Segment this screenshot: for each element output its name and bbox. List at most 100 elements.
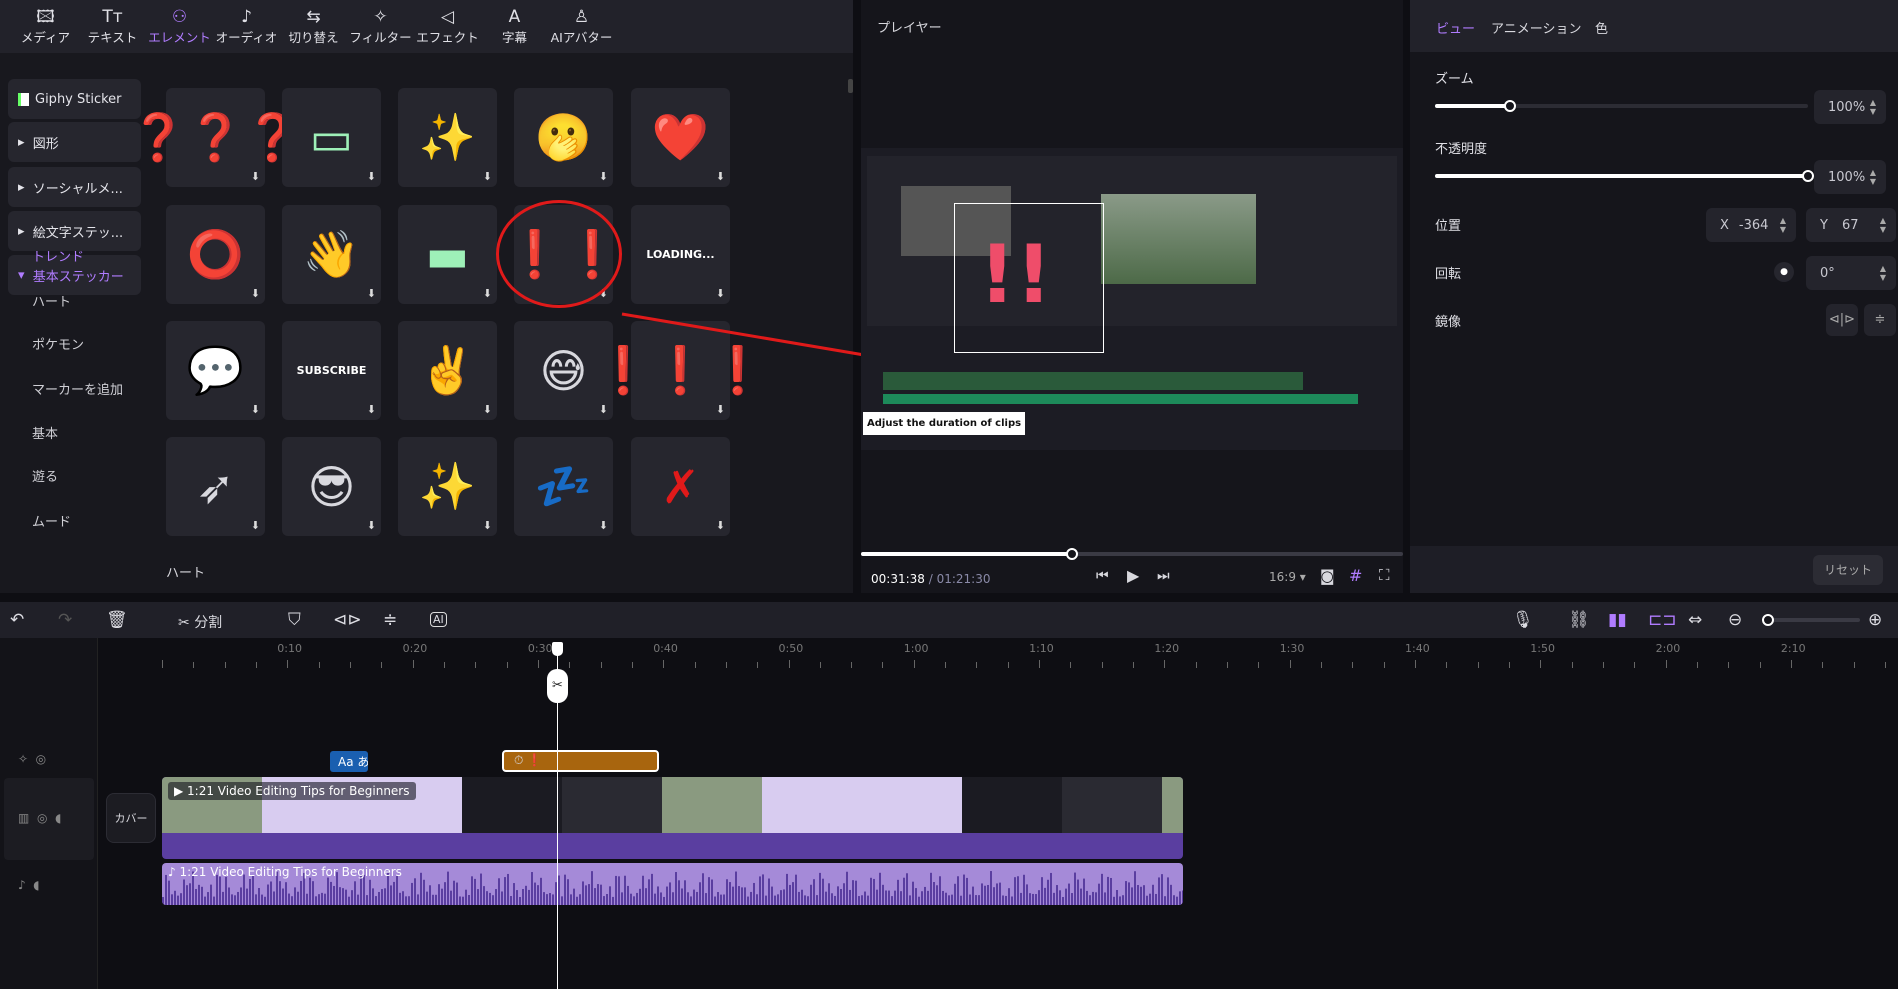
sticker-item[interactable]: ⭕ ⬇ bbox=[166, 205, 265, 304]
sticker-item[interactable]: SUBSCRIBE ⬇ bbox=[282, 321, 381, 420]
microphone-icon[interactable]: 🎙 bbox=[1512, 610, 1534, 630]
delete-icon[interactable]: 🗑 bbox=[106, 610, 128, 630]
download-icon[interactable]: ⬇ bbox=[716, 403, 725, 416]
subcategory-item[interactable]: ハート bbox=[32, 291, 71, 310]
undo-icon[interactable]: ↶ bbox=[10, 610, 24, 630]
sticker-item[interactable]: 💬 ⬇ bbox=[166, 321, 265, 420]
effect-track-icons[interactable]: ✧ ◎ bbox=[18, 752, 46, 766]
download-icon[interactable]: ⬇ bbox=[599, 519, 608, 532]
mirror-icon[interactable]: ⊲⊳ bbox=[333, 610, 362, 630]
tool-effect[interactable]: ◁ エフェクト bbox=[414, 0, 481, 53]
scrollbar[interactable] bbox=[848, 79, 853, 93]
tool-media[interactable]: 🖾 メディア bbox=[12, 0, 79, 53]
sticker-clip[interactable]: ⏱ ❗ bbox=[502, 750, 659, 772]
split-scissors-icon[interactable]: ✂ bbox=[547, 669, 568, 703]
download-icon[interactable]: ⬇ bbox=[483, 519, 492, 532]
zoom-out-icon[interactable]: ⊖ bbox=[1728, 610, 1742, 630]
ai-icon[interactable]: AI bbox=[430, 612, 447, 627]
download-icon[interactable]: ⬇ bbox=[367, 519, 376, 532]
tab-color[interactable]: 色 bbox=[1595, 18, 1608, 37]
marker-icon[interactable]: ⛉ bbox=[288, 610, 301, 630]
zoom-input[interactable]: 100% ▲ ▼ bbox=[1814, 90, 1886, 124]
sticker-item[interactable]: ▭ ⬇ bbox=[282, 88, 381, 187]
download-icon[interactable]: ⬇ bbox=[367, 287, 376, 300]
sticker-item[interactable]: ✨ ⬇ bbox=[398, 437, 497, 536]
sticker-item[interactable]: ✨ ⬇ bbox=[398, 88, 497, 187]
zoom-slider[interactable] bbox=[1435, 100, 1808, 112]
reset-button[interactable]: リセット bbox=[1813, 555, 1883, 585]
download-icon[interactable]: ⬇ bbox=[251, 287, 260, 300]
split-track-icon[interactable]: ⊏⊐ bbox=[1648, 610, 1677, 630]
flip-vertical-button[interactable]: ≑ bbox=[1864, 304, 1896, 336]
fullscreen-icon[interactable]: ⛶ bbox=[1379, 566, 1390, 584]
download-icon[interactable]: ⬇ bbox=[716, 287, 725, 300]
download-icon[interactable]: ⬇ bbox=[599, 403, 608, 416]
download-icon[interactable]: ⬇ bbox=[716, 170, 725, 183]
download-icon[interactable]: ⬇ bbox=[251, 403, 260, 416]
position-x-input[interactable]: X -364 ▲ ▼ bbox=[1706, 208, 1796, 242]
position-y-input[interactable]: Y 67 ▲ ▼ bbox=[1806, 208, 1896, 242]
tab-animation[interactable]: アニメーション bbox=[1491, 18, 1581, 37]
text-clip[interactable]: Aa あ bbox=[330, 751, 368, 772]
subcategory-item[interactable]: トレンド bbox=[32, 246, 84, 265]
flip-horizontal-button[interactable]: ⊲|⊳ bbox=[1826, 304, 1858, 336]
sticker-item[interactable]: ➶ ⬇ bbox=[166, 437, 265, 536]
download-icon[interactable]: ⬇ bbox=[599, 170, 608, 183]
cover-button[interactable]: カバー bbox=[106, 793, 156, 843]
sticker-item[interactable]: ▬ ⬇ bbox=[398, 205, 497, 304]
sticker-item[interactable]: ✌️ ⬇ bbox=[398, 321, 497, 420]
audio-track-icons[interactable]: ♪ ◖ bbox=[18, 878, 40, 892]
split-button[interactable]: ✂ 分割 bbox=[178, 612, 222, 632]
sticker-item[interactable]: 💤 ⬇ bbox=[514, 437, 613, 536]
download-icon[interactable]: ⬇ bbox=[483, 287, 492, 300]
tool-filter[interactable]: ✧ フィルター bbox=[347, 0, 414, 53]
subcategory-item[interactable]: マーカーを追加 bbox=[32, 379, 123, 398]
download-icon[interactable]: ⬇ bbox=[716, 519, 725, 532]
fit-icon[interactable]: ⇔ bbox=[1688, 610, 1702, 630]
next-frame-button[interactable]: ⏭ bbox=[1157, 568, 1170, 584]
timeline-ruler[interactable]: 0:10 0:20 0:30 0:40 0:50 1:00 1:10 1:20 1:30 1:40… bbox=[162, 642, 1898, 668]
tool-avatar[interactable]: ♙ AIアバター bbox=[548, 0, 615, 53]
playhead-handle[interactable] bbox=[552, 642, 563, 656]
tool-transition[interactable]: ⇆ 切り替え bbox=[280, 0, 347, 53]
tool-text[interactable]: Tт テキスト bbox=[79, 0, 146, 53]
tab-view[interactable]: ビュー bbox=[1436, 18, 1475, 37]
sticker-item[interactable]: 😎 ⬇ bbox=[282, 437, 381, 536]
video-clip[interactable]: ▶ 1:21 Video Editing Tips for Beginners bbox=[162, 777, 1183, 859]
grid-icon[interactable]: # bbox=[1349, 566, 1362, 585]
flip-icon[interactable]: ≑ bbox=[383, 610, 397, 630]
video-track-icons[interactable]: ▥ ◎ ◖ bbox=[18, 811, 61, 825]
rotation-dial[interactable]: ● bbox=[1774, 262, 1794, 282]
tool-audio[interactable]: ♪ オーディオ bbox=[213, 0, 280, 53]
subcategory-item[interactable]: ポケモン bbox=[32, 334, 84, 353]
sticker-item[interactable]: LOADING... ⬇ bbox=[631, 205, 730, 304]
timeline-zoom-slider[interactable] bbox=[1762, 614, 1860, 626]
subcategory-item[interactable]: ムード bbox=[32, 511, 71, 530]
subcategory-item[interactable]: 基本 bbox=[32, 423, 58, 442]
play-button[interactable]: ▶ bbox=[1127, 566, 1139, 585]
download-icon[interactable]: ⬇ bbox=[367, 403, 376, 416]
tool-subtitle[interactable]: A 字幕 bbox=[481, 0, 548, 53]
download-icon[interactable]: ⬇ bbox=[251, 170, 260, 183]
download-icon[interactable]: ⬇ bbox=[483, 403, 492, 416]
opacity-slider[interactable] bbox=[1435, 170, 1814, 182]
category-social[interactable]: ▸ ソーシャルメ... bbox=[8, 167, 141, 207]
category-emoji[interactable]: ▸ 絵文字ステッ... bbox=[8, 211, 141, 251]
download-icon[interactable]: ⬇ bbox=[251, 519, 260, 532]
category-shapes[interactable]: ▸ 図形 bbox=[8, 122, 141, 162]
rotation-input[interactable]: 0° ▲ ▼ bbox=[1806, 256, 1896, 290]
download-icon[interactable]: ⬇ bbox=[367, 170, 376, 183]
link-icon[interactable]: ⛓ bbox=[1568, 610, 1590, 630]
opacity-input[interactable]: 100% ▲ ▼ bbox=[1814, 160, 1886, 194]
sticker-item[interactable]: 👋 ⬇ bbox=[282, 205, 381, 304]
aspect-ratio-select[interactable]: 16:9 ▾ bbox=[1269, 570, 1306, 584]
sticker-item[interactable]: 🫢 ⬇ bbox=[514, 88, 613, 187]
sticker-item[interactable]: ✗ ⬇ bbox=[631, 437, 730, 536]
redo-icon[interactable]: ↷ bbox=[58, 610, 72, 630]
audio-clip[interactable]: ♪ 1:21 Video Editing Tips for Beginners bbox=[162, 863, 1183, 905]
tool-element[interactable]: ⚇ エレメント bbox=[146, 0, 213, 53]
preview-canvas[interactable]: !! Adjust the duration of clips bbox=[861, 148, 1403, 450]
prev-frame-button[interactable]: ⏮ bbox=[1096, 568, 1109, 584]
download-icon[interactable]: ⬇ bbox=[483, 170, 492, 183]
category-giphy[interactable]: Giphy Sticker bbox=[8, 79, 141, 119]
